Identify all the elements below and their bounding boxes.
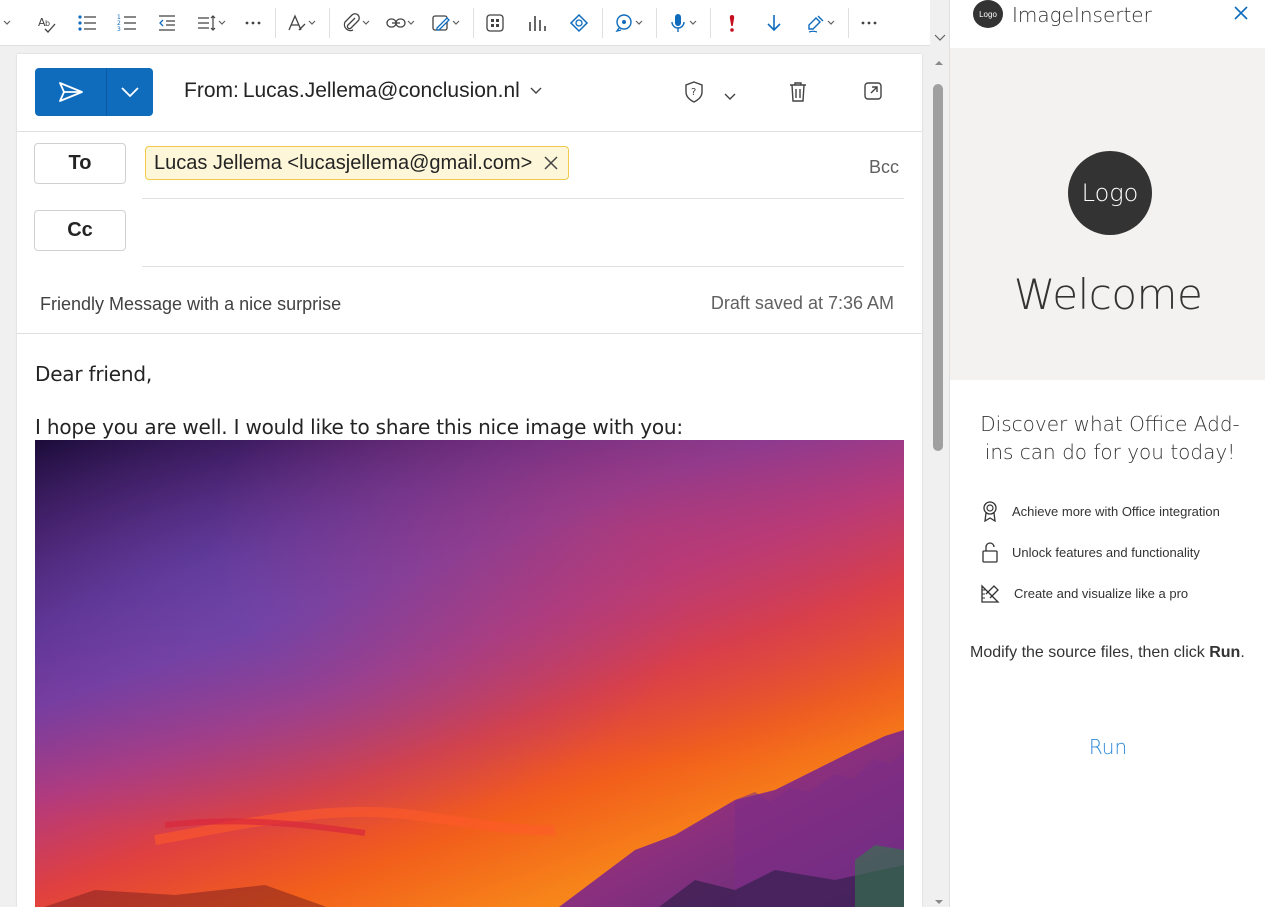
svg-text:?: ? bbox=[691, 87, 696, 98]
from-address: Lucas.Jellema@conclusion.nl bbox=[242, 79, 520, 102]
editor-icon[interactable] bbox=[284, 8, 319, 38]
numbered-list-icon[interactable]: 123 bbox=[114, 8, 140, 38]
more-formatting-icon[interactable] bbox=[241, 8, 265, 38]
spelling-icon[interactable]: Ab bbox=[34, 8, 60, 38]
high-importance-icon[interactable] bbox=[719, 8, 745, 38]
modify-run-bold: Run bbox=[1209, 644, 1241, 661]
svg-text:3: 3 bbox=[117, 26, 121, 33]
feature-label: Achieve more with Office integration bbox=[1012, 503, 1220, 519]
line-spacing-icon[interactable] bbox=[194, 8, 229, 38]
to-field-underline bbox=[142, 198, 904, 199]
to-button[interactable]: To bbox=[34, 143, 126, 184]
addin-logo: Logo bbox=[1068, 151, 1152, 235]
modify-instructions: Modify the source files, then click Run. bbox=[970, 642, 1250, 664]
loop-icon[interactable] bbox=[566, 8, 592, 38]
cc-button[interactable]: Cc bbox=[34, 210, 126, 251]
sensitivity-icon[interactable] bbox=[803, 8, 838, 38]
chevron-down-icon bbox=[530, 87, 542, 94]
scroll-down-arrow-icon[interactable] bbox=[934, 898, 944, 907]
bullet-list-icon[interactable] bbox=[74, 8, 100, 38]
addin-task-pane: Logo ImageInserter Logo Welcome Discover… bbox=[949, 0, 1265, 907]
addin-header: Logo ImageInserter bbox=[950, 0, 1265, 48]
addin-hero: Logo Welcome bbox=[950, 48, 1265, 380]
discover-text: Discover what Office Add-ins can do for … bbox=[980, 412, 1240, 464]
feature-item: Unlock features and functionality bbox=[980, 541, 1200, 563]
toolbar-divider bbox=[473, 7, 474, 38]
send-button-group bbox=[35, 68, 153, 116]
cc-field-underline bbox=[142, 266, 904, 267]
bcc-link[interactable]: Bcc bbox=[869, 157, 899, 178]
copilot-icon[interactable] bbox=[611, 8, 646, 38]
sensitivity-dropdown[interactable] bbox=[724, 88, 736, 106]
run-button[interactable]: Run bbox=[950, 735, 1265, 759]
ribbon-toolbar: Ab 123 bbox=[0, 0, 930, 46]
send-options-button[interactable] bbox=[106, 68, 153, 116]
send-icon bbox=[58, 82, 83, 102]
pop-out-icon bbox=[864, 82, 882, 100]
body-greeting: Dear friend, bbox=[35, 362, 152, 386]
compose-header: From: Lucas.Jellema@conclusion.nl ? bbox=[17, 54, 922, 132]
ribbon-icon bbox=[983, 501, 997, 522]
discard-button[interactable] bbox=[788, 81, 808, 108]
dictate-icon[interactable] bbox=[665, 8, 700, 38]
from-label: From: bbox=[184, 79, 239, 102]
modify-suffix: . bbox=[1240, 644, 1245, 661]
send-button[interactable] bbox=[35, 68, 106, 116]
chevron-down-icon bbox=[724, 93, 736, 100]
sensitivity-label-button[interactable]: ? bbox=[684, 81, 704, 108]
welcome-heading: Welcome bbox=[1013, 270, 1203, 319]
signature-icon[interactable] bbox=[428, 8, 463, 38]
close-icon[interactable] bbox=[544, 156, 558, 170]
inserted-image[interactable] bbox=[35, 440, 904, 907]
feature-label: Create and visualize like a pro bbox=[1014, 585, 1189, 601]
toolbar-divider bbox=[710, 7, 711, 38]
close-icon[interactable] bbox=[1233, 5, 1249, 21]
toolbar-divider bbox=[329, 7, 330, 38]
svg-text:b: b bbox=[45, 19, 50, 28]
toolbar-expand-button[interactable] bbox=[930, 0, 950, 46]
recipient-chip[interactable]: Lucas Jellema <lucasjellema@gmail.com> bbox=[145, 146, 570, 180]
more-options-icon[interactable] bbox=[857, 8, 881, 38]
toolbar-divider bbox=[848, 7, 849, 38]
compose-pane: From: Lucas.Jellema@conclusion.nl ? To L… bbox=[17, 54, 922, 907]
feature-item: Achieve more with Office integration bbox=[980, 500, 1220, 522]
toolbar-divider bbox=[656, 7, 657, 38]
design-icon bbox=[981, 584, 1000, 603]
shield-question-icon: ? bbox=[685, 81, 703, 103]
feature-label: Unlock features and functionality bbox=[1012, 544, 1200, 560]
scrollbar-thumb[interactable] bbox=[933, 84, 943, 451]
draft-status: Draft saved at 7:36 AM bbox=[710, 293, 894, 313]
format-dropdown-caret[interactable] bbox=[0, 8, 14, 38]
insights-icon[interactable] bbox=[524, 8, 550, 38]
pop-out-button[interactable] bbox=[863, 81, 883, 106]
scroll-up-arrow-icon[interactable] bbox=[934, 58, 944, 68]
modify-text: Modify the source files, then click bbox=[970, 644, 1210, 661]
decrease-indent-icon[interactable] bbox=[154, 8, 180, 38]
subject-field[interactable]: Friendly Message with a nice surprise bbox=[40, 294, 341, 315]
toolbar-divider bbox=[275, 7, 276, 38]
low-importance-icon[interactable] bbox=[761, 8, 787, 38]
body-paragraph: I hope you are well. I would like to sha… bbox=[35, 415, 683, 439]
unlock-icon bbox=[982, 542, 998, 563]
recipient-address: Lucas Jellema <lucasjellema@gmail.com> bbox=[154, 151, 533, 174]
addin-title: ImageInserter bbox=[1012, 3, 1152, 27]
attach-icon[interactable] bbox=[338, 8, 373, 38]
toolbar-divider bbox=[602, 7, 603, 38]
feature-item: Create and visualize like a pro bbox=[980, 582, 1188, 604]
from-selector[interactable]: From: Lucas.Jellema@conclusion.nl bbox=[184, 79, 542, 103]
trash-icon bbox=[790, 82, 806, 102]
addin-logo-small: Logo bbox=[973, 0, 1003, 28]
link-icon[interactable] bbox=[383, 8, 418, 38]
subject-row: Friendly Message with a nice surprise Dr… bbox=[17, 282, 922, 334]
chevron-down-icon bbox=[121, 87, 139, 97]
apps-icon[interactable] bbox=[482, 8, 508, 38]
